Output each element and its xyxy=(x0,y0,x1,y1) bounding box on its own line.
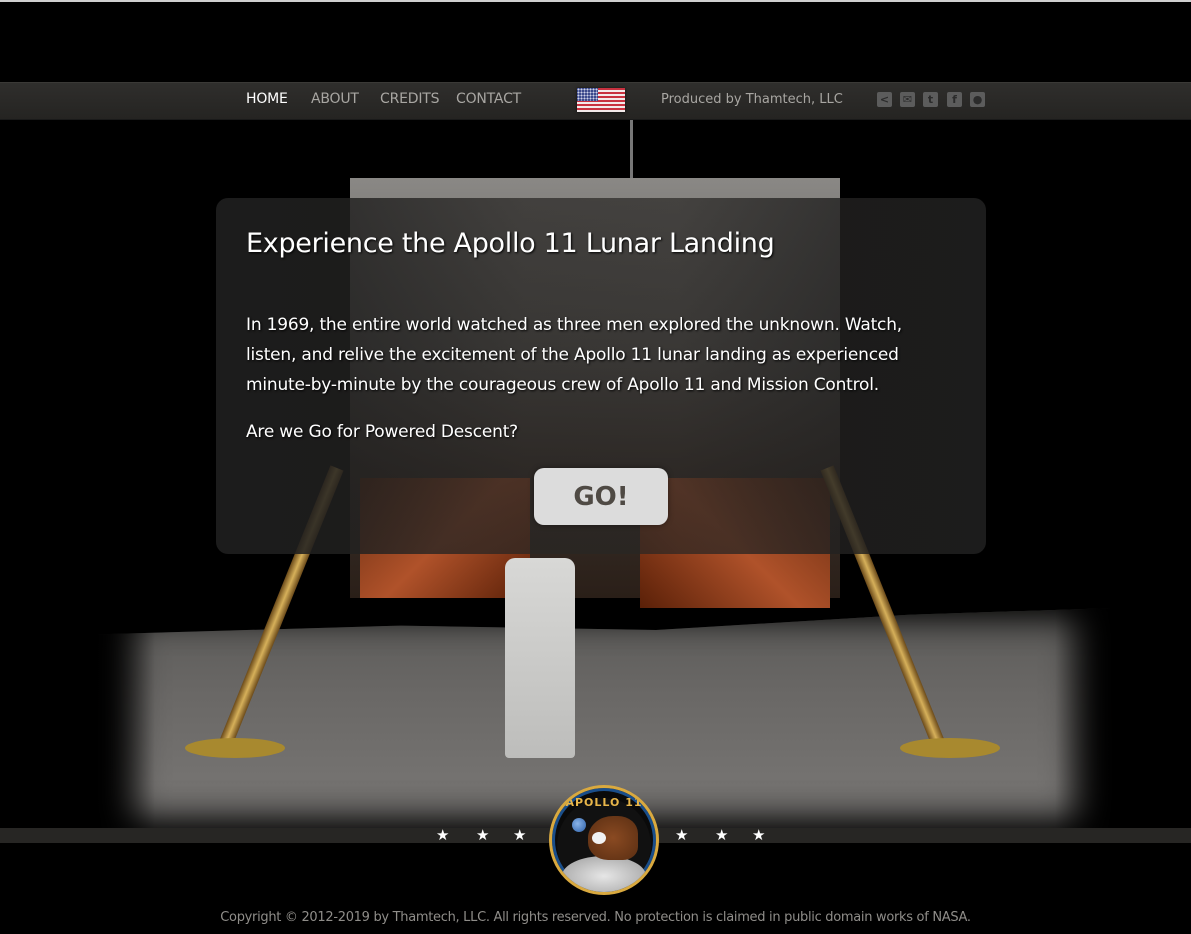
twitter-icon[interactable]: t xyxy=(923,92,938,107)
intro-question: Are we Go for Powered Descent? xyxy=(246,422,518,442)
intro-paragraph: In 1969, the entire world watched as thr… xyxy=(246,315,902,395)
reddit-icon[interactable]: ● xyxy=(970,92,985,107)
nav-credits[interactable]: CREDITS xyxy=(380,91,439,107)
us-flag-icon[interactable] xyxy=(577,88,625,112)
nav-about[interactable]: ABOUT xyxy=(311,91,359,107)
star-icon: ★ xyxy=(715,826,729,844)
apollo-11-mission-patch: APOLLO 11 xyxy=(549,785,659,895)
nav-contact[interactable]: CONTACT xyxy=(456,91,521,107)
footpad-right xyxy=(900,738,1000,758)
copyright-text: Copyright © 2012-2019 by Thamtech, LLC. … xyxy=(220,910,971,925)
fade-right xyxy=(1055,608,1115,828)
star-icon: ★ xyxy=(675,826,689,844)
star-icon: ★ xyxy=(476,826,490,844)
top-border xyxy=(0,0,1191,2)
moon-surface-icon xyxy=(562,856,646,892)
email-icon[interactable]: ✉ xyxy=(900,92,915,107)
fade-left xyxy=(95,608,155,828)
star-icon: ★ xyxy=(752,826,766,844)
top-navigation: HOME ABOUT CREDITS CONTACT Produced by T… xyxy=(0,82,1191,120)
facebook-icon[interactable]: f xyxy=(947,92,962,107)
patch-title: APOLLO 11 xyxy=(565,796,643,809)
star-icon: ★ xyxy=(436,826,450,844)
flag-canton xyxy=(577,88,598,101)
earth-icon xyxy=(572,818,586,832)
produced-by-text: Produced by Thamtech, LLC xyxy=(661,92,843,107)
eagle-head xyxy=(592,832,606,844)
intro-panel: Experience the Apollo 11 Lunar Landing I… xyxy=(216,198,986,554)
nav-home[interactable]: HOME xyxy=(246,91,288,107)
go-button[interactable]: GO! xyxy=(534,468,668,525)
footpad-left xyxy=(185,738,285,758)
star-icon: ★ xyxy=(513,826,527,844)
page-title: Experience the Apollo 11 Lunar Landing xyxy=(246,228,775,259)
share-icon[interactable]: < xyxy=(877,92,892,107)
astronaut xyxy=(505,558,575,758)
